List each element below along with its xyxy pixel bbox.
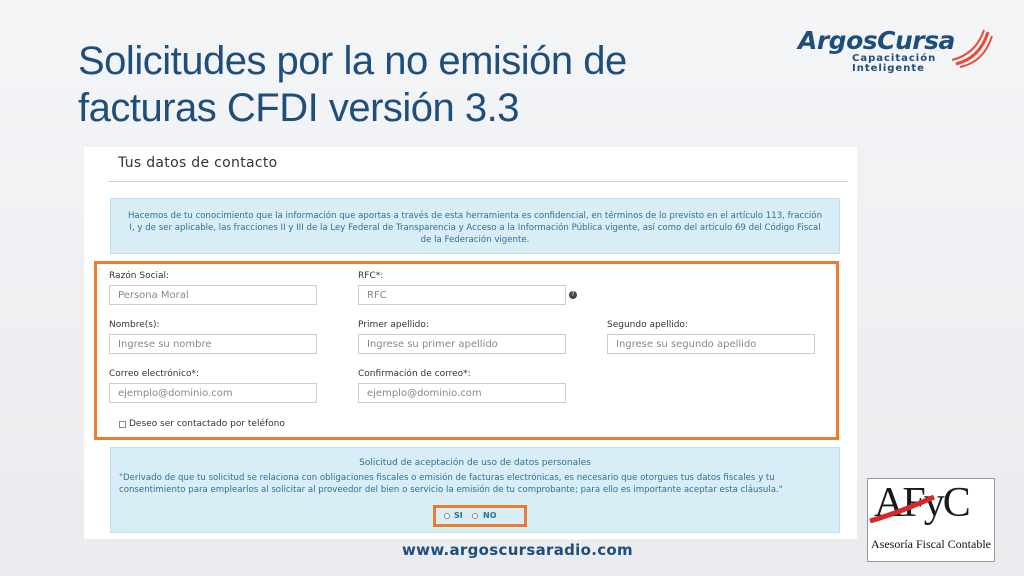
help-icon[interactable]: ? <box>569 291 577 299</box>
afyc-logo: AFyC Asesoría Fiscal Contable <box>867 478 995 562</box>
confirmacion-label: Confirmación de correo*: <box>358 369 471 379</box>
razon-social-label: Razón Social: <box>109 271 170 281</box>
slide-title-line1: Solicitudes por la no emisión de <box>78 39 627 83</box>
primer-apellido-input[interactable]: Ingrese su primer apellido <box>358 334 566 354</box>
argoscursa-tagline-line2: Inteligente <box>852 63 925 74</box>
footer-url: www.argoscursaradio.com <box>402 541 633 559</box>
form-heading: Tus datos de contacto <box>118 155 278 171</box>
segundo-apellido-label: Segundo apellido: <box>607 320 688 330</box>
consent-text: "Derivado de que tu solicitud se relacio… <box>119 473 783 495</box>
primer-apellido-label: Primer apellido: <box>358 320 429 330</box>
consent-no-radio[interactable] <box>472 513 478 519</box>
nombre-input[interactable]: Ingrese su nombre <box>109 334 317 354</box>
red-swoosh-icon <box>869 494 936 523</box>
consent-options-box: SI NO <box>433 505 527 527</box>
correo-input[interactable]: ejemplo@dominio.com <box>109 383 317 403</box>
swoosh-icon <box>951 29 993 68</box>
nombre-label: Nombre(s): <box>109 320 160 330</box>
razon-social-input[interactable]: Persona Moral <box>109 285 317 305</box>
confidentiality-notice: Hacemos de tu conocimiento que la inform… <box>110 198 840 254</box>
phone-contact-label: Deseo ser contactado por teléfono <box>129 419 285 429</box>
divider <box>108 181 848 182</box>
consent-yes-label[interactable]: SI <box>454 511 463 520</box>
slide-title-line2: facturas CFDI versión 3.3 <box>78 86 520 130</box>
consent-no-label[interactable]: NO <box>483 511 497 520</box>
segundo-apellido-input[interactable]: Ingrese su segundo apellido <box>607 334 815 354</box>
afyc-subtitle: Asesoría Fiscal Contable <box>871 537 991 551</box>
rfc-input[interactable]: RFC <box>358 285 566 305</box>
slide-title: Solicitudes por la no emisión de factura… <box>78 38 718 132</box>
argoscursa-logo: ArgosCursa Capacitación Inteligente <box>790 20 1000 76</box>
contact-form-screenshot: Tus datos de contacto Hacemos de tu cono… <box>84 147 857 539</box>
consent-yes-radio[interactable] <box>444 513 450 519</box>
confirmacion-input[interactable]: ejemplo@dominio.com <box>358 383 566 403</box>
highlighted-fields-box: Razón Social: Persona Moral RFC*: RFC ? … <box>94 261 839 440</box>
correo-label: Correo electrónico*: <box>109 369 199 379</box>
argoscursa-brand: ArgosCursa <box>798 26 955 55</box>
rfc-label: RFC*: <box>358 271 384 281</box>
consent-panel: Solicitud de aceptación de uso de datos … <box>110 447 840 533</box>
consent-title: Solicitud de aceptación de uso de datos … <box>359 458 591 468</box>
phone-contact-checkbox[interactable] <box>119 421 126 428</box>
argoscursa-tagline: Capacitación Inteligente <box>852 54 936 74</box>
